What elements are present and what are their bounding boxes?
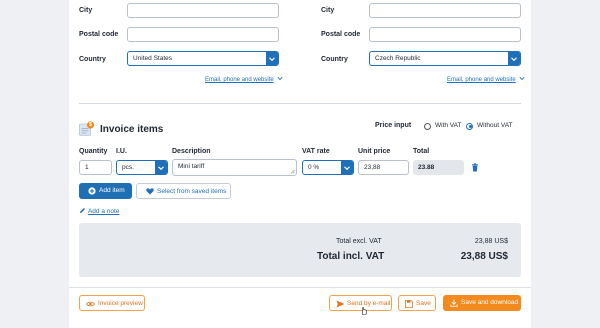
postal-code-input-right[interactable] [369, 27, 521, 42]
city-input-right[interactable] [369, 3, 521, 18]
invoice-items-icon: $ [79, 121, 95, 136]
mouse-cursor-icon [362, 307, 367, 315]
save-button-label: Save [416, 300, 431, 307]
select-saved-items-button[interactable]: Select from saved items [136, 183, 231, 199]
radio-without-vat[interactable]: Without VAT [466, 122, 516, 131]
radio-with-vat[interactable]: With VAT [424, 122, 466, 131]
column-header-description: Description [172, 148, 211, 155]
invoice-preview-button-label: Invoice preview [98, 300, 143, 307]
more-contact-link-left-label: Email, phone and website [205, 77, 274, 83]
chevron-down-icon [341, 161, 353, 174]
total-value: 23.88 [418, 163, 435, 171]
column-header-vat-rate: VAT rate [302, 148, 330, 155]
vat-rate-select[interactable]: 0 % [302, 160, 354, 175]
radio-without-vat-label: Without VAT [477, 122, 513, 129]
more-contact-link-right[interactable]: Email, phone and website [447, 76, 525, 83]
add-note-link-label: Add a note [87, 208, 120, 215]
column-header-total: Total [413, 148, 430, 155]
unit-select[interactable]: pcs. [116, 160, 168, 175]
section-divider [79, 103, 521, 104]
country-label-left: Country [79, 56, 106, 63]
more-contact-link-left[interactable]: Email, phone and website [205, 76, 283, 83]
add-note-link[interactable]: Add a note [79, 207, 119, 215]
resize-handle-icon[interactable] [290, 169, 295, 174]
invoice-items-title: Invoice items [100, 124, 164, 135]
select-saved-items-button-label: Select from saved items [157, 188, 227, 195]
totals-panel: Total excl. VAT 23,88 US$ Total incl. VA… [79, 223, 521, 277]
quantity-input[interactable]: 1 [79, 160, 112, 175]
postal-code-label-left: Postal code [79, 31, 119, 38]
unit-price-input[interactable]: 23,88 [358, 160, 409, 175]
add-item-button[interactable]: Add item [79, 183, 132, 199]
pencil-icon [80, 208, 85, 213]
country-select-left[interactable]: United States [127, 51, 279, 66]
save-and-download-button[interactable]: Save and download [443, 295, 521, 311]
delete-item-button[interactable] [471, 163, 479, 172]
invoice-preview-button[interactable]: Invoice preview [79, 295, 145, 311]
heart-icon [146, 188, 154, 195]
radio-without-vat-circle [466, 122, 473, 130]
total-readonly-field: 23.88 [413, 160, 464, 175]
send-by-email-button-label: Send by e-mail [347, 300, 391, 307]
more-contact-link-right-label: Email, phone and website [447, 77, 516, 83]
country-select-right[interactable]: Czech Republic [369, 51, 521, 66]
city-label-right: City [321, 7, 335, 14]
chevron-down-icon [277, 76, 283, 81]
add-item-button-label: Add item [99, 187, 125, 194]
invoice-form-card: City Postal code Country United States E… [69, 0, 531, 328]
eye-icon [86, 301, 95, 306]
column-header-unit-price: Unit price [358, 148, 391, 155]
total-incl-vat-value: 23,88 US$ [460, 251, 508, 262]
country-select-right-value: Czech Republic [375, 55, 421, 62]
column-header-iu: I.U. [116, 148, 127, 155]
floppy-disk-icon [405, 300, 413, 308]
postal-code-input-left[interactable] [127, 27, 279, 42]
trash-icon [472, 163, 478, 172]
total-incl-vat-label: Total incl. VAT [317, 251, 385, 262]
footer-bar: Invoice preview Send by e-mail Save Save… [69, 288, 531, 328]
postal-code-label-right: Postal code [321, 31, 361, 38]
chevron-down-icon [155, 161, 167, 174]
city-input-left[interactable] [127, 3, 279, 18]
total-excl-vat-label: Total excl. VAT [336, 238, 382, 245]
total-excl-vat-value: 23,88 US$ [474, 238, 508, 245]
paper-plane-icon [336, 300, 345, 308]
country-select-left-value: United States [133, 55, 173, 62]
price-input-label: Price input [375, 122, 412, 129]
save-and-download-button-label: Save and download [461, 299, 519, 306]
invoice-items-icon-badge: $ [89, 121, 92, 128]
chevron-down-icon [508, 52, 520, 65]
plus-circle-icon [88, 187, 96, 195]
country-label-right: Country [321, 56, 348, 63]
unit-select-value: pcs. [122, 164, 134, 171]
chevron-down-icon [266, 52, 278, 65]
column-header-quantity: Quantity [79, 148, 108, 155]
save-button[interactable]: Save [398, 295, 436, 311]
radio-with-vat-label: With VAT [435, 122, 462, 129]
send-by-email-button[interactable]: Send by e-mail [329, 295, 392, 315]
chevron-down-icon [519, 76, 525, 81]
download-icon [450, 299, 458, 307]
vat-rate-select-value: 0 % [308, 164, 320, 171]
city-label-left: City [79, 7, 93, 14]
radio-with-vat-circle [424, 122, 431, 130]
description-textarea[interactable]: Mini tariff [172, 159, 297, 176]
